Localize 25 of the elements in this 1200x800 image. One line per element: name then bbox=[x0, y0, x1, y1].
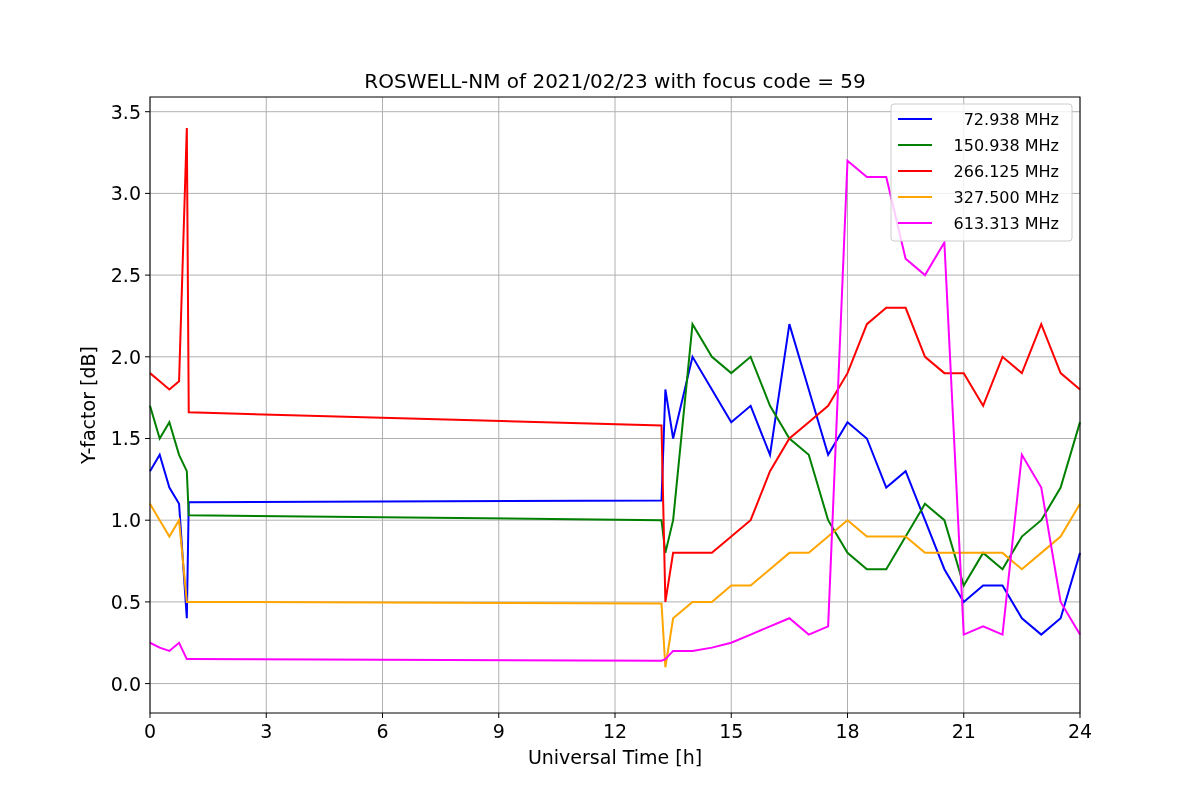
x-tick-label: 6 bbox=[376, 720, 389, 742]
legend-label: 327.500 MHz bbox=[953, 188, 1059, 207]
x-tick-label: 15 bbox=[719, 720, 744, 742]
y-tick-label: 2.0 bbox=[110, 345, 141, 368]
chart-title: ROSWELL-NM of 2021/02/23 with focus code = 59 bbox=[364, 69, 866, 93]
y-tick-label: 0.5 bbox=[110, 590, 141, 613]
x-tick-label: 12 bbox=[602, 720, 628, 742]
x-axis-label: Universal Time [h] bbox=[527, 746, 703, 768]
x-tick-label: 24 bbox=[1067, 720, 1093, 742]
y-tick-label: 1.0 bbox=[110, 509, 141, 532]
x-tick-label: 21 bbox=[951, 720, 976, 742]
legend-label: 72.938 MHz bbox=[963, 110, 1059, 129]
y-axis-label: Y-factor [dB] bbox=[77, 346, 99, 464]
legend-label: 266.125 MHz bbox=[953, 162, 1059, 181]
x-tick-label: 9 bbox=[492, 720, 505, 742]
y-tick-label: 2.5 bbox=[110, 264, 141, 287]
legend-label: 613.313 MHz bbox=[953, 214, 1059, 233]
y-tick-label: 3.5 bbox=[110, 100, 141, 123]
x-tick-label: 3 bbox=[260, 720, 273, 742]
x-tick-label: 18 bbox=[835, 720, 860, 742]
y-tick-label: 1.5 bbox=[110, 427, 141, 450]
y-tick-label: 3.0 bbox=[110, 182, 141, 205]
y-tick-label: 0.0 bbox=[110, 672, 141, 695]
x-tick-label: 0 bbox=[143, 720, 157, 742]
legend-label: 150.938 MHz bbox=[953, 136, 1059, 155]
